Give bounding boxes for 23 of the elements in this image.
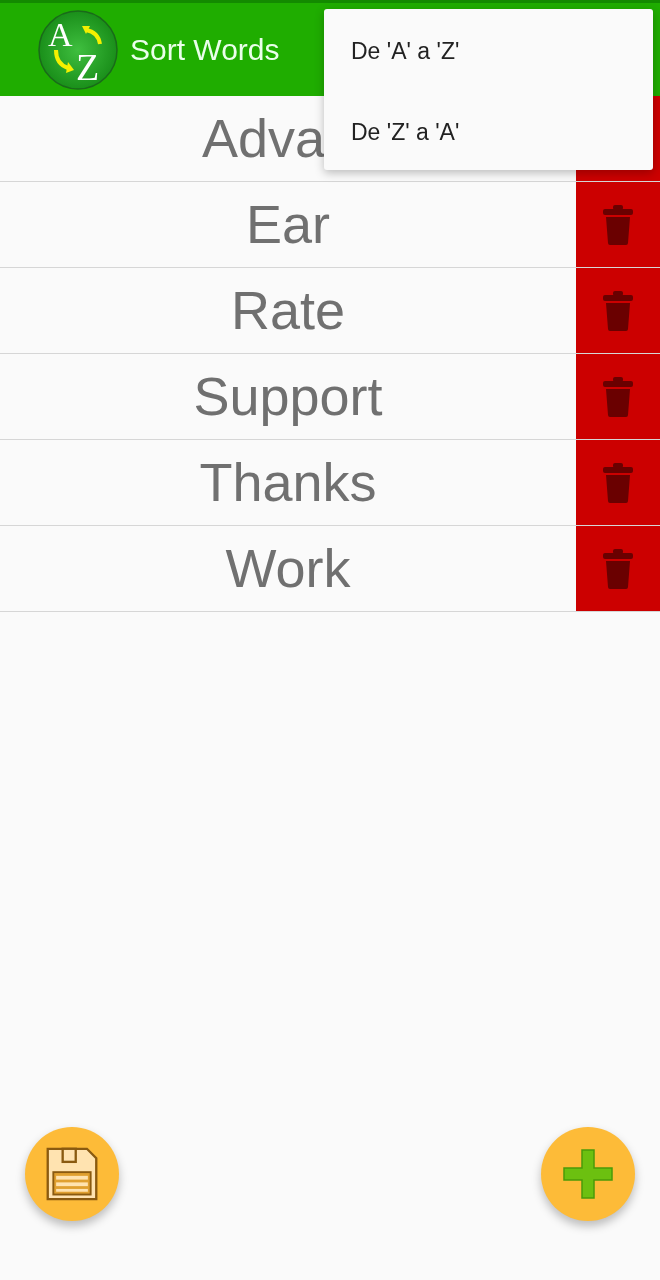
delete-button[interactable] (576, 182, 660, 267)
menu-item[interactable]: De 'Z' a 'A' (324, 90, 653, 170)
word-text: Support (193, 365, 383, 428)
save-button[interactable] (25, 1127, 119, 1221)
word-text: Work (225, 537, 351, 600)
trash-icon[interactable] (602, 462, 634, 503)
word-text: Thanks (199, 451, 377, 514)
trash-icon[interactable] (602, 548, 634, 589)
trash-icon[interactable] (602, 204, 634, 245)
plus-icon (562, 1148, 614, 1200)
word-text: Ear (245, 193, 330, 256)
word-text: Adva (202, 107, 326, 170)
delete-button[interactable] (576, 354, 660, 439)
delete-button[interactable] (576, 526, 660, 611)
logo-icon: A Z (38, 9, 118, 90)
app-title: Sort Words (130, 32, 280, 67)
delete-button[interactable] (576, 268, 660, 353)
word-text: Rate (230, 279, 346, 342)
trash-icon[interactable] (602, 376, 634, 417)
menu-item[interactable]: De 'A' a 'Z' (324, 9, 653, 90)
delete-button[interactable] (576, 440, 660, 525)
trash-icon[interactable] (602, 290, 634, 331)
add-button[interactable] (541, 1127, 635, 1221)
